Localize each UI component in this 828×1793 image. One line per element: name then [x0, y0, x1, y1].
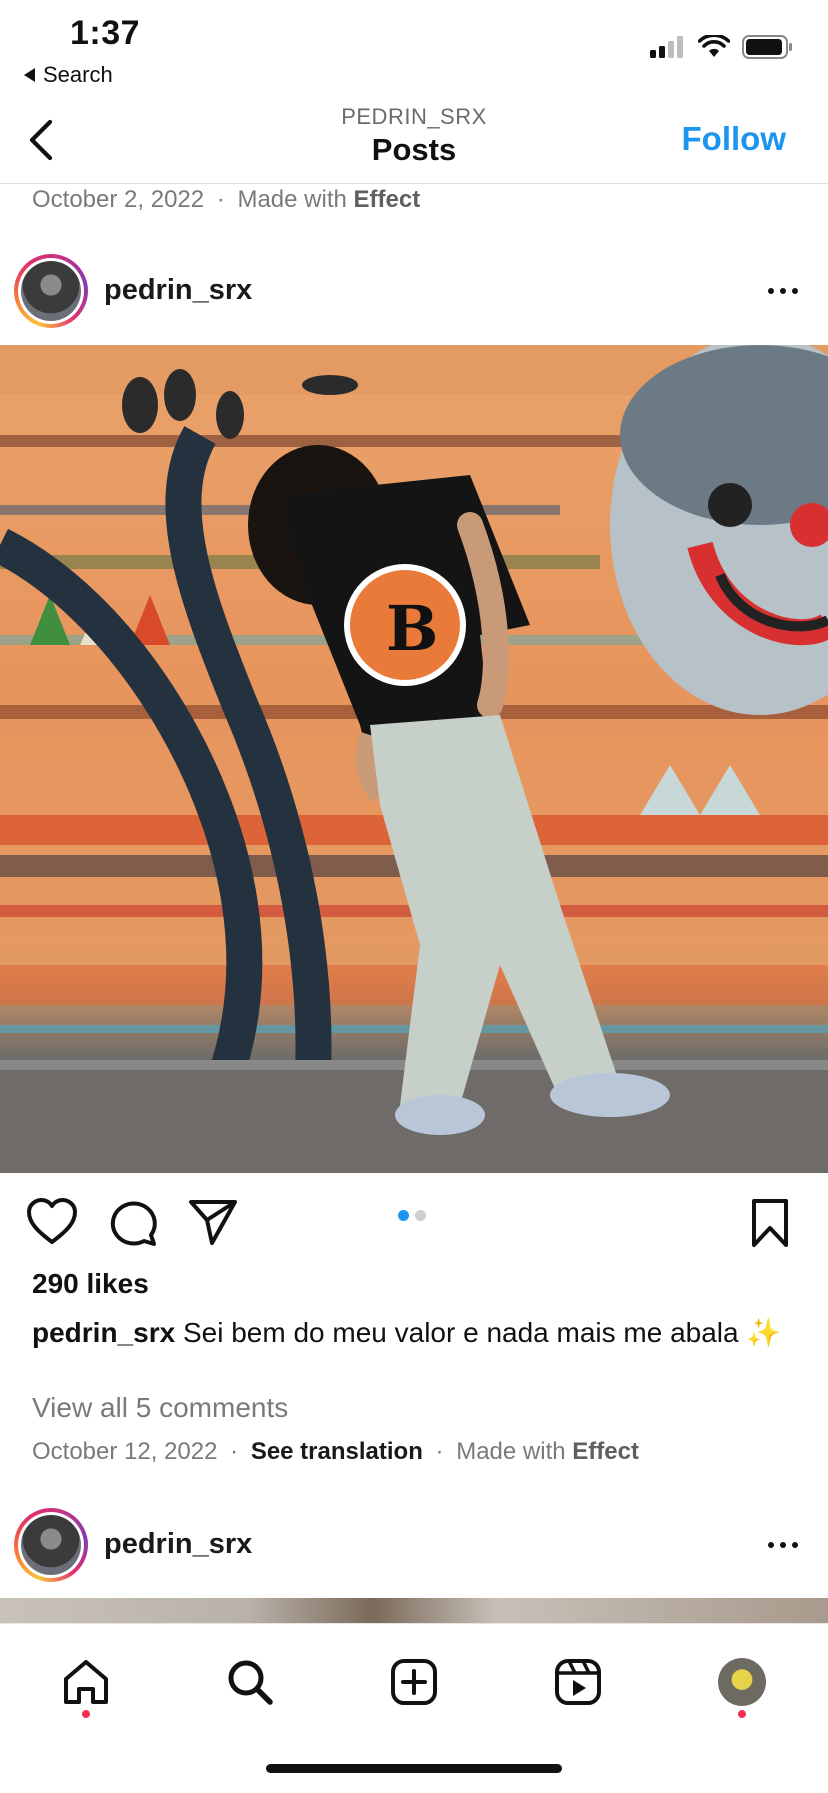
header-divider	[0, 183, 828, 184]
meta-separator: ·	[230, 1438, 239, 1465]
see-translation-link[interactable]: See translation	[251, 1438, 423, 1465]
post-username[interactable]: pedrin_srx	[104, 274, 252, 307]
next-post-username[interactable]: pedrin_srx	[104, 1528, 252, 1561]
battery-icon	[742, 35, 792, 59]
effect-link[interactable]: Effect	[354, 186, 421, 213]
next-post-avatar[interactable]	[14, 1508, 88, 1582]
heart-icon	[27, 1198, 77, 1244]
search-icon	[228, 1660, 273, 1705]
profile-notification-dot	[738, 1710, 746, 1718]
caption-text: Sei bem do meu valor e nada mais me abal…	[182, 1317, 782, 1348]
cellular-signal-icon	[650, 36, 683, 58]
post-meta: October 12, 2022 · See translation · Mad…	[32, 1438, 639, 1466]
back-triangle-icon	[24, 68, 35, 82]
previous-post-date: October 2, 2022	[32, 186, 205, 213]
post-date: October 12, 2022	[32, 1438, 218, 1465]
share-button[interactable]	[188, 1198, 238, 1251]
caption-username[interactable]: pedrin_srx	[32, 1317, 175, 1348]
effect-link[interactable]: Effect	[572, 1438, 639, 1465]
create-tab[interactable]	[386, 1654, 442, 1710]
send-icon	[189, 1200, 237, 1245]
home-tab[interactable]	[58, 1654, 114, 1710]
carousel-dot-active	[398, 1210, 409, 1221]
home-notification-dot	[82, 1710, 90, 1718]
comment-button[interactable]	[108, 1198, 158, 1253]
avatar-image	[21, 261, 81, 321]
follow-button[interactable]: Follow	[682, 120, 786, 158]
avatar-image	[21, 1515, 81, 1575]
likes-count[interactable]: 290 likes	[32, 1268, 149, 1300]
home-icon	[64, 1660, 108, 1704]
status-time: 1:37	[70, 14, 141, 52]
home-indicator[interactable]	[266, 1764, 562, 1773]
carousel-dot	[415, 1210, 426, 1221]
more-options-icon[interactable]	[768, 288, 808, 298]
save-button[interactable]	[748, 1198, 792, 1253]
post-photo[interactable]: B	[0, 345, 828, 1173]
meta-separator: ·	[216, 186, 225, 213]
search-tab[interactable]	[222, 1654, 278, 1710]
reels-icon	[555, 1659, 601, 1705]
mural-photo-image: B	[0, 345, 828, 1173]
profile-avatar	[718, 1658, 766, 1706]
status-icons	[650, 34, 794, 60]
wifi-icon	[698, 35, 730, 57]
reels-tab[interactable]	[550, 1654, 606, 1710]
made-with-label: Made with	[237, 186, 347, 213]
comment-icon	[110, 1201, 157, 1246]
view-comments-link[interactable]: View all 5 comments	[32, 1392, 288, 1424]
svg-text:B: B	[386, 592, 438, 665]
back-to-app-label: Search	[43, 62, 113, 87]
post-caption: pedrin_srx Sei bem do meu valor e nada m…	[32, 1314, 792, 1352]
meta-separator: ·	[435, 1438, 444, 1465]
bookmark-icon	[752, 1199, 788, 1247]
carousel-indicator	[398, 1210, 426, 1221]
post-avatar[interactable]	[14, 254, 88, 328]
like-button[interactable]	[26, 1198, 78, 1251]
profile-tab[interactable]	[714, 1654, 770, 1710]
more-options-icon[interactable]	[768, 1542, 808, 1552]
made-with-label: Made with	[456, 1438, 566, 1465]
add-icon	[391, 1659, 437, 1705]
back-to-app-link[interactable]: Search	[24, 62, 113, 88]
previous-post-meta: October 2, 2022 · Made with Effect	[32, 186, 420, 214]
